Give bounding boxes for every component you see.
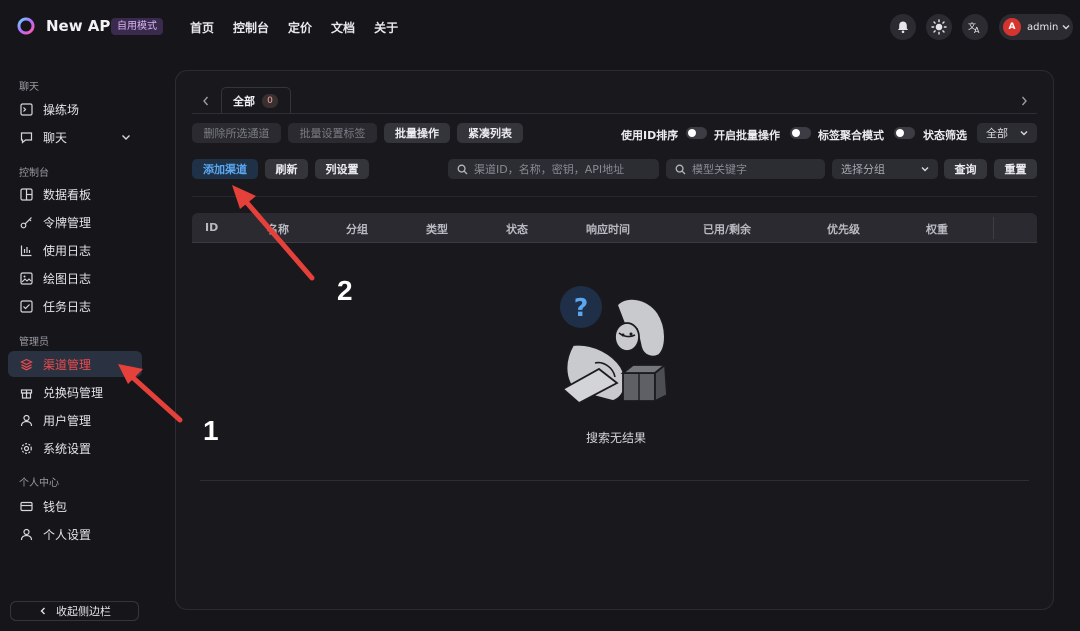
annotation-arrows bbox=[118, 185, 315, 423]
arrow-annotation-2 bbox=[232, 185, 315, 281]
annotation-number-1: 1 bbox=[203, 415, 219, 446]
annotation-number-2: 2 bbox=[337, 275, 353, 306]
arrow-annotation-1 bbox=[118, 364, 183, 423]
